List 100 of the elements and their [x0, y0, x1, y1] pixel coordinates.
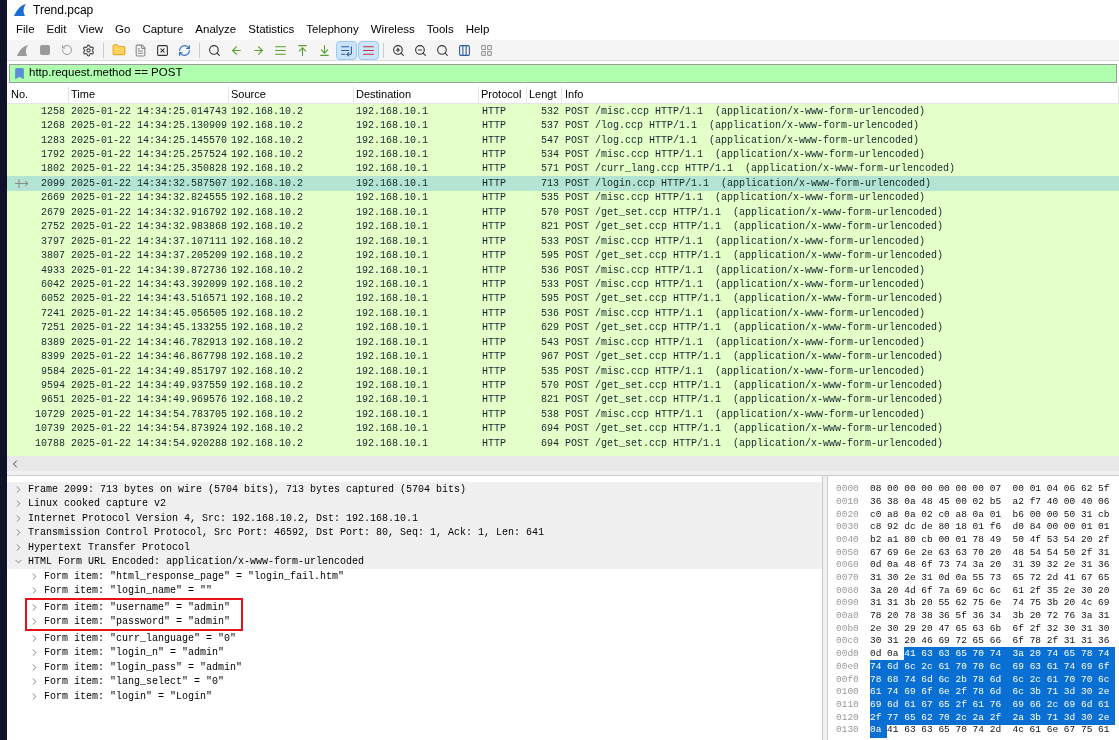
packet-row[interactable]: 1268 2025-01-22 14:34:25.130909 192.168.10.2 192.168.10.1 HTTP 537 POST /log.ccp HTTP/1.1 (application/x-www-form-urlencoded)	[7, 118, 1119, 133]
packet-row[interactable]: 6052 2025-01-22 14:34:43.516571 192.168.10.2 192.168.10.1 HTTP 595 POST /get_set.ccp HTTP/1.1 (application/x-www-form-urlencoded)	[7, 291, 1119, 307]
table-cell-text: 571	[540, 162, 560, 177]
menu-item[interactable]: Capture	[136, 21, 190, 39]
tree-text: Hypertext Transfer Protocol	[28, 540, 191, 555]
packet-row[interactable]: 9584 2025-01-22 14:34:49.851797 192.168.10.2 192.168.10.1 HTTP 535 POST /misc.ccp HTTP/1.1 (application/x-www-form-urlencoded)	[7, 363, 1119, 379]
menu-item[interactable]: Statistics	[242, 21, 301, 39]
table-cell-text: 192.168.10.2	[230, 133, 304, 148]
table-cell-text: 570	[540, 205, 560, 220]
table-cell-text: 192.168.10.1	[355, 335, 429, 350]
table-cell-text: 2025-01-22 14:34:37.107111	[70, 234, 229, 249]
table-cell-text: HTTP	[481, 176, 507, 191]
table-cell-text: 192.168.10.1	[355, 407, 429, 422]
tree-row[interactable]: Form item: "login" = "Login"	[7, 689, 822, 704]
packet-row[interactable]: 6042 2025-01-22 14:34:43.392099 192.168.10.2 192.168.10.1 HTTP 533 POST /misc.ccp HTTP/1.1 (application/x-www-form-urlencoded)	[7, 277, 1119, 292]
tree-row[interactable]: Form item: "curr_language" = "0"	[7, 631, 822, 646]
packet-row[interactable]: 10729 2025-01-22 14:34:54.783705 192.168.10.2 192.168.10.1 HTTP 538 POST /misc.ccp HTTP/1.1 (application/x-www-form-urlencoded)	[7, 407, 1119, 422]
table-cell-text: HTTP	[481, 277, 507, 292]
tree-row[interactable]: Internet Protocol Version 4, Src: 192.168.10.2, Dst: 192.168.10.1	[7, 511, 822, 526]
colorize-icon[interactable]	[358, 40, 379, 60]
tree-row[interactable]: Form item: "lang_select" = "0"	[7, 674, 822, 689]
table-cell-text: 8399	[40, 350, 66, 365]
menu-item[interactable]: Go	[109, 21, 137, 39]
hex-bytes: 0d 0a 48 6f 73 74 3a 20 31 39 32 2e 31 36	[870, 558, 1111, 573]
menu-item[interactable]: Wireless	[364, 21, 421, 39]
display-filter-field[interactable]: http.request.method == POST	[9, 63, 1117, 83]
menu-item[interactable]: Tools	[420, 21, 460, 39]
table-cell-text: 1283	[40, 133, 66, 148]
table-cell-text: HTTP	[481, 263, 507, 278]
tree-row[interactable]: Hypertext Transfer Protocol	[7, 540, 822, 555]
tree-row[interactable]: Frame 2099: 713 bytes on wire (5704 bits), 713 bytes captured (5704 bits)	[7, 482, 822, 497]
packet-row[interactable]: 2669 2025-01-22 14:34:32.824555 192.168.10.2 192.168.10.1 HTTP 535 POST /misc.ccp HTTP/1.1 (application/x-www-form-urlencoded)	[7, 190, 1119, 206]
tree-row[interactable]: Form item: "html_response_page" = "login_fail.htm"	[7, 569, 822, 584]
related-packet-icon	[15, 178, 29, 188]
table-cell-text: 192.168.10.2	[230, 292, 304, 307]
menu-item[interactable]: Edit	[40, 21, 73, 39]
table-cell-text: HTTP	[481, 379, 507, 394]
packet-row[interactable]: 7251 2025-01-22 14:34:45.133255 192.168.10.2 192.168.10.1 HTTP 629 POST /get_set.ccp HTTP/1.1 (application/x-www-form-urlencoded)	[7, 320, 1119, 335]
tree-row[interactable]: Form item: "username" = "admin"	[7, 600, 241, 615]
tree-row[interactable]: Form item: "login_n" = "admin"	[7, 645, 822, 660]
packet-row[interactable]: 1802 2025-01-22 14:34:25.350828 192.168.10.2 192.168.10.1 HTTP 571 POST /curr_lang.ccp HTTP/1.1 (application/x-www-form-urlencoded)	[7, 161, 1119, 177]
tree-row[interactable]: Form item: "login_pass" = "admin"	[7, 660, 822, 675]
table-cell-text: 192.168.10.2	[230, 263, 304, 278]
table-cell-text: POST /misc.ccp HTTP/1.1 (application/x-www-form-urlencoded)	[564, 306, 927, 321]
table-cell-text: 192.168.10.2	[230, 321, 304, 336]
table-cell-text: 821	[540, 220, 560, 235]
table-cell-text: 3807	[40, 249, 66, 264]
hex-bytes: 61 74 69 6f 6e 2f 78 6d 6c 3b 71 3d 30 2e	[870, 685, 1116, 700]
packet-row[interactable]: 2752 2025-01-22 14:34:32.983868 192.168.10.2 192.168.10.1 HTTP 821 POST /get_set.ccp HTTP/1.1 (application/x-www-form-urlencoded)	[7, 219, 1119, 234]
table-cell-text: 192.168.10.2	[230, 176, 304, 191]
table-cell-text: 10739	[34, 422, 66, 437]
menu-item[interactable]: View	[72, 21, 110, 39]
column-header[interactable]: Source	[229, 86, 354, 103]
hex-offset: 0020	[835, 507, 860, 522]
table-cell-text: 1792	[40, 148, 66, 163]
column-header[interactable]: No.	[7, 86, 69, 103]
table-cell-text: HTTP	[481, 422, 507, 437]
tree-text: Form item: "username" = "admin"	[44, 600, 231, 615]
tree-row[interactable]: Form item: "password" = "admin"	[7, 614, 241, 629]
table-cell-text: 570	[540, 379, 560, 394]
hex-bytes: 31 30 2e 31 0d 0a 55 73 65 72 2d 41 67 65	[870, 571, 1111, 586]
packet-row[interactable]: 3797 2025-01-22 14:34:37.107111 192.168.10.2 192.168.10.1 HTTP 533 POST /misc.ccp HTTP/1.1 (application/x-www-form-urlencoded)	[7, 233, 1119, 249]
table-cell-text: 2025-01-22 14:34:49.851797	[70, 364, 229, 379]
column-header[interactable]: Time	[69, 86, 229, 103]
tree-row[interactable]: Form item: "login_name" = ""	[7, 583, 822, 598]
table-cell-text: POST /log.ccp HTTP/1.1 (application/x-www-form-urlencoded)	[564, 119, 921, 134]
packet-row[interactable]: 2679 2025-01-22 14:34:32.916792 192.168.10.2 192.168.10.1 HTTP 570 POST /get_set.ccp HTTP/1.1 (application/x-www-form-urlencoded)	[7, 205, 1119, 220]
menu-item[interactable]: Telephony	[300, 21, 365, 39]
packet-row[interactable]: 1283 2025-01-22 14:34:25.145570 192.168.10.2 192.168.10.1 HTTP 547 POST /log.ccp HTTP/1.1 (application/x-www-form-urlencoded)	[7, 132, 1119, 148]
table-cell-text: HTTP	[481, 205, 507, 220]
packet-row[interactable]: 8399 2025-01-22 14:34:46.867798 192.168.10.2 192.168.10.1 HTTP 967 POST /get_set.ccp HTTP/1.1 (application/x-www-form-urlencoded)	[7, 349, 1119, 364]
table-cell-text: 192.168.10.1	[355, 350, 429, 365]
table-cell-text: POST /get_set.ccp HTTP/1.1 (application/x-www-form-urlencoded)	[564, 220, 945, 235]
packet-row[interactable]: 3807 2025-01-22 14:34:37.205209 192.168.10.2 192.168.10.1 HTTP 595 POST /get_set.ccp HTTP/1.1 (application/x-www-form-urlencoded)	[7, 248, 1119, 263]
packet-row[interactable]: 1258 2025-01-22 14:34:25.014743 192.168.10.2 192.168.10.1 HTTP 532 POST /misc.ccp HTTP/1.1 (application/x-www-form-urlencoded)	[7, 104, 1119, 119]
tree-text: Form item: "lang_select" = "0"	[44, 675, 225, 690]
column-header[interactable]: Lengt	[527, 86, 562, 103]
packet-row[interactable]: 9594 2025-01-22 14:34:49.937559 192.168.10.2 192.168.10.1 HTTP 570 POST /get_set.ccp HTTP/1.1 (application/x-www-form-urlencoded)	[7, 378, 1119, 393]
hex-bytes: c0 a8 0a 02 c0 a8 0a 01 b6 00 00 50 31 cb	[870, 507, 1111, 522]
packet-row[interactable]: 9651 2025-01-22 14:34:49.969576 192.168.10.2 192.168.10.1 HTTP 821 POST /get_set.ccp HTTP/1.1 (application/x-www-form-urlencoded)	[7, 392, 1119, 408]
column-header[interactable]: Protocol	[479, 86, 527, 103]
hex-offset: 00f0	[835, 672, 860, 687]
horizontal-scrollbar[interactable]	[7, 456, 1119, 471]
packet-row[interactable]: 1792 2025-01-22 14:34:25.257524 192.168.10.2 192.168.10.1 HTTP 534 POST /misc.ccp HTTP/1.1 (application/x-www-form-urlencoded)	[7, 147, 1119, 162]
table-cell-text: 1268	[40, 119, 66, 134]
menu-item[interactable]: Analyze	[189, 21, 243, 39]
packet-row[interactable]: 10788 2025-01-22 14:34:54.920288 192.168.10.2 192.168.10.1 HTTP 694 POST /get_set.ccp HTTP/1.1 (application/x-www-form-urlencoded)	[7, 436, 1119, 451]
packet-row[interactable]: 2099 2025-01-22 14:34:32.587507 192.168.10.2 192.168.10.1 HTTP 713 POST /login.ccp HTTP/1.1 (application/x-www-form-urlencoded)	[7, 176, 1119, 191]
table-cell-text: 192.168.10.1	[355, 393, 429, 408]
column-header[interactable]: Destination	[354, 86, 479, 103]
packet-row[interactable]: 4933 2025-01-22 14:34:39.872736 192.168.10.2 192.168.10.1 HTTP 536 POST /misc.ccp HTTP/1.1 (application/x-www-form-urlencoded)	[7, 262, 1119, 278]
table-cell-text: 537	[540, 119, 560, 134]
packet-row[interactable]: 7241 2025-01-22 14:34:45.056505 192.168.10.2 192.168.10.1 HTTP 536 POST /misc.ccp HTTP/1.1 (application/x-www-form-urlencoded)	[7, 306, 1119, 321]
packet-row[interactable]: 8389 2025-01-22 14:34:46.782913 192.168.10.2 192.168.10.1 HTTP 543 POST /misc.ccp HTTP/1.1 (application/x-www-form-urlencoded)	[7, 335, 1119, 350]
column-header[interactable]: Info	[562, 86, 1119, 103]
menu-item[interactable]: File	[10, 21, 41, 39]
auto-scroll-icon[interactable]	[336, 40, 357, 60]
packet-row[interactable]: 10739 2025-01-22 14:34:54.873924 192.168.10.2 192.168.10.1 HTTP 694 POST /get_set.ccp HTTP/1.1 (application/x-www-form-urlencoded)	[7, 421, 1119, 437]
hex-offset: 0030	[835, 520, 860, 535]
menu-item[interactable]: Help	[459, 21, 496, 39]
